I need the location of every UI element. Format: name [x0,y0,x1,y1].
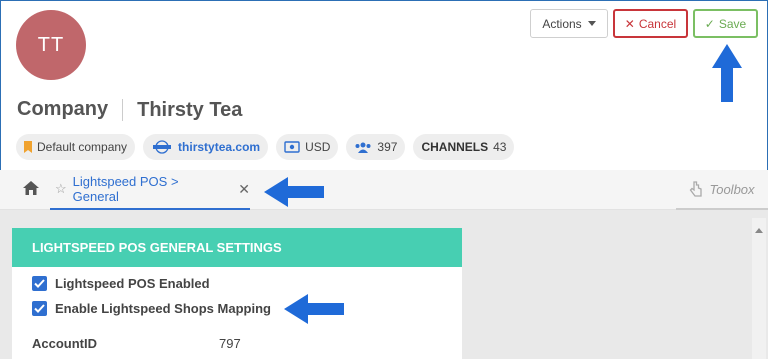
save-label: Save [718,16,747,31]
website-link[interactable]: thirstytea.com [178,140,260,154]
vertical-scrollbar[interactable] [752,218,766,359]
page-title: Company Thirsty Tea [17,98,242,121]
user-count: 397 [377,140,398,154]
users-icon [355,142,371,153]
channels-count: 43 [493,140,507,154]
cancel-label: Cancel [638,16,677,31]
users-chip: 397 [346,134,406,160]
actions-button[interactable]: Actions [530,9,608,38]
bookmark-icon [24,141,32,153]
actions-label: Actions [542,16,582,31]
tab-label: Lightspeed POS > General [72,174,179,204]
checkbox-row-shops-mapping[interactable]: Enable Lightspeed Shops Mapping [32,301,271,316]
company-avatar: TT [16,10,86,80]
banknote-icon [284,141,300,153]
account-id-label: AccountID [32,336,97,351]
account-id-value: 797 [219,336,241,351]
star-icon[interactable]: ☆ [55,181,67,197]
checkbox-label: Enable Lightspeed Shops Mapping [55,301,271,316]
scroll-up-icon[interactable] [755,228,763,233]
caret-down-icon [587,21,596,26]
home-icon[interactable] [22,180,40,196]
checkbox-icon[interactable] [32,276,47,291]
channels-label: CHANNELS [421,140,489,154]
annotation-arrow-left-icon [284,294,344,324]
checkbox-row-enabled[interactable]: Lightspeed POS Enabled [32,276,210,291]
settings-panel: LIGHTSPEED POS GENERAL SETTINGS Lightspe… [12,228,462,359]
save-button[interactable]: ✓ Save [693,9,758,38]
currency-label: USD [305,140,331,154]
checkbox-label: Lightspeed POS Enabled [55,276,210,291]
cancel-button[interactable]: ✕ Cancel [613,9,688,38]
tab-lightspeed-general[interactable]: ☆ Lightspeed POS > General ✕ [50,170,250,210]
annotation-arrow-up-icon [712,44,742,102]
hand-pointer-icon [690,181,703,197]
entity-type-label: Company [17,98,109,120]
checkbox-icon[interactable] [32,301,47,316]
close-icon: ✕ [624,16,635,31]
tab-bar: ☆ Lightspeed POS > General ✕ Toolbox [0,170,768,210]
toolbox-tab[interactable]: Toolbox [676,170,768,210]
default-company-chip: Default company [16,134,136,160]
default-company-label: Default company [37,140,128,154]
close-tab-icon[interactable]: ✕ [238,181,250,198]
currency-chip: USD [276,134,339,160]
check-icon: ✓ [704,16,715,31]
globe-icon [153,140,172,154]
panel-title: LIGHTSPEED POS GENERAL SETTINGS [12,228,462,267]
company-name: Thirsty Tea [122,98,242,121]
company-chips: Default company thirstytea.com USD 397 C… [16,134,515,160]
annotation-arrow-left-icon [264,177,324,207]
website-chip[interactable]: thirstytea.com [143,134,269,160]
toolbox-label: Toolbox [709,181,755,197]
channels-chip: CHANNELS 43 [413,134,515,160]
